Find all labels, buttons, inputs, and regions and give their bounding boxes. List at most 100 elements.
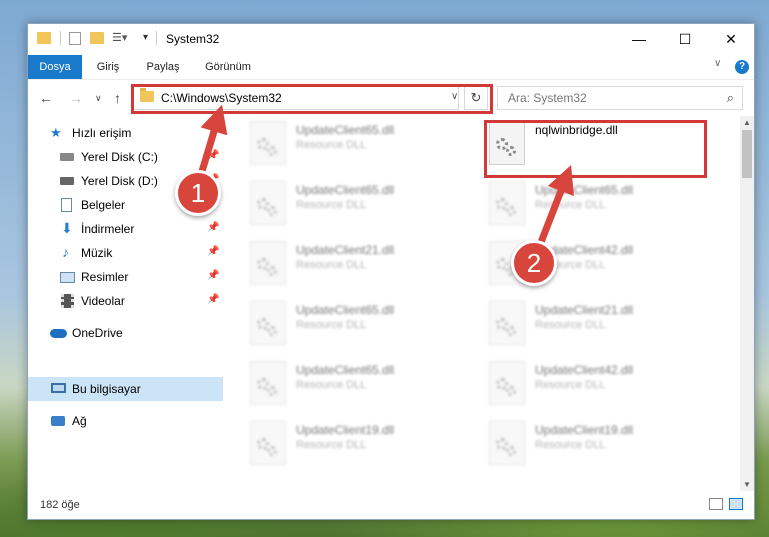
dll-file-icon [250,301,286,345]
documents-icon [61,198,72,212]
list-item[interactable]: UpdateClient21.dll Resource DLL [250,241,480,289]
file-name: UpdateClient65.dll [296,123,395,137]
scroll-up-icon[interactable]: ▲ [743,118,751,127]
new-folder-icon[interactable] [90,32,104,44]
sidebar-item-label: Yerel Disk (D:) [81,174,158,188]
up-arrow-icon[interactable]: ↑ [114,90,121,106]
list-item[interactable]: UpdateClient65.dll Resource DLL [489,181,719,229]
file-name: UpdateClient21.dll [296,243,395,257]
file-name: UpdateClient21.dll [535,303,634,317]
sidebar-item-disk-c[interactable]: Yerel Disk (C:) 📌 [28,146,223,168]
item-count: 182 öğe [40,499,80,511]
cloud-icon [50,329,67,338]
file-name: UpdateClient42.dll [535,363,634,377]
file-type: Resource DLL [296,139,367,151]
file-type: Resource DLL [535,319,606,331]
scroll-down-icon[interactable]: ▼ [743,480,751,489]
sidebar-item-this-pc[interactable]: Bu bilgisayar [28,377,223,401]
sidebar-item-label: Müzik [81,246,113,260]
star-icon: ★ [50,125,62,140]
step-2-badge: 2 [511,240,557,286]
dll-file-icon [489,181,525,225]
recent-locations-icon[interactable]: ∨ [95,93,102,104]
title-bar: ☰▾ ▾ System32 — ☐ ✕ [28,24,754,55]
sidebar-item-label: OneDrive [72,326,123,340]
list-item[interactable]: UpdateClient65.dll Resource DLL [250,361,480,409]
pictures-icon [60,272,75,283]
file-name: UpdateClient19.dll [535,423,634,437]
scrollbar-thumb[interactable] [742,130,752,178]
tab-home[interactable]: Giriş [90,55,126,79]
pin-icon[interactable]: 📌 [207,150,219,161]
file-name: UpdateClient65.dll [296,183,395,197]
dll-file-icon [250,361,286,405]
sidebar-item-label: Yerel Disk (C:) [81,150,158,164]
help-icon[interactable]: ? [735,60,749,74]
file-name: UpdateClient65.dll [296,303,395,317]
vertical-scrollbar[interactable]: ▲ ▼ [740,116,754,491]
file-type: Resource DLL [296,199,367,211]
dll-file-icon [489,301,525,345]
list-item[interactable]: UpdateClient19.dll Resource DLL [250,421,480,469]
list-item[interactable]: UpdateClient19.dll Resource DLL [489,421,719,469]
sidebar-item-downloads[interactable]: ⬇ İndirmeler 📌 [28,218,223,240]
sidebar-item-label: Videolar [81,294,125,308]
pin-icon[interactable]: 📌 [207,246,219,257]
pin-icon[interactable]: 📌 [207,270,219,281]
forward-arrow-icon[interactable]: → [69,90,83,106]
sidebar-item-onedrive[interactable]: OneDrive [28,322,223,344]
dll-file-icon [489,421,525,465]
list-item[interactable]: UpdateClient65.dll Resource DLL [250,301,480,349]
list-item[interactable]: UpdateClient42.dll Resource DLL [489,361,719,409]
download-icon: ⬇ [61,220,73,236]
pin-icon[interactable]: 📌 [207,294,219,305]
search-icon[interactable]: ⌕ [727,90,734,106]
qat-dropdown-icon[interactable]: ▾ [143,32,148,43]
file-type: Resource DLL [535,379,606,391]
expand-ribbon-icon[interactable]: ∨ [714,58,721,69]
file-type: Resource DLL [296,259,367,271]
file-type: Resource DLL [296,319,367,331]
search-input[interactable]: Ara: System32 ⌕ [497,86,743,110]
file-name: UpdateClient65.dll [535,183,634,197]
list-item[interactable]: UpdateClient65.dll Resource DLL [250,121,480,169]
tab-file[interactable]: Dosya [28,55,82,79]
file-explorer-window: ☰▾ ▾ System32 — ☐ ✕ Dosya Giriş Paylaş G… [27,23,755,520]
large-icons-view-icon[interactable] [729,498,743,510]
list-item[interactable]: UpdateClient65.dll Resource DLL [250,181,480,229]
sidebar-item-label: Hızlı erişim [72,126,132,140]
file-type: Resource DLL [296,379,367,391]
navigation-bar: ← → ∨ ↑ C:\Windows\System32 ∨ ↻ Ara: Sys… [28,79,754,117]
dll-file-icon [250,181,286,225]
drive-icon [60,153,74,161]
sidebar-item-videos[interactable]: Videolar 📌 [28,290,223,312]
file-type: Resource DLL [296,439,367,451]
dll-file-icon [250,421,286,465]
computer-icon [51,383,66,393]
details-view-icon[interactable] [709,498,723,510]
divider [60,31,61,45]
sidebar-item-label: Resimler [81,270,129,284]
dll-file-icon [489,361,525,405]
properties-icon[interactable] [69,32,81,45]
status-bar: 182 öğe [28,491,754,519]
tab-share[interactable]: Paylaş [140,55,186,79]
back-arrow-icon[interactable]: ← [39,90,53,106]
search-placeholder: Ara: System32 [508,91,587,105]
close-button[interactable]: ✕ [708,24,754,55]
drive-icon [60,177,74,185]
tab-view[interactable]: Görünüm [198,55,258,79]
sidebar-item-network[interactable]: Ağ [28,410,223,432]
maximize-button[interactable]: ☐ [662,24,708,55]
list-item[interactable]: UpdateClient21.dll Resource DLL [489,301,719,349]
pin-icon[interactable]: 📌 [207,222,219,233]
videos-icon [61,294,74,308]
dll-file-icon [250,241,286,285]
file-type: Resource DLL [535,439,606,451]
minimize-button[interactable]: — [616,24,662,55]
sidebar-item-music[interactable]: ♪ Müzik 📌 [28,242,223,264]
sidebar-item-pictures[interactable]: Resimler 📌 [28,266,223,288]
customize-toolbar-icon[interactable]: ☰▾ [112,31,127,44]
network-icon [51,416,65,426]
sidebar-item-quick-access[interactable]: ★ Hızlı erişim [28,122,223,144]
